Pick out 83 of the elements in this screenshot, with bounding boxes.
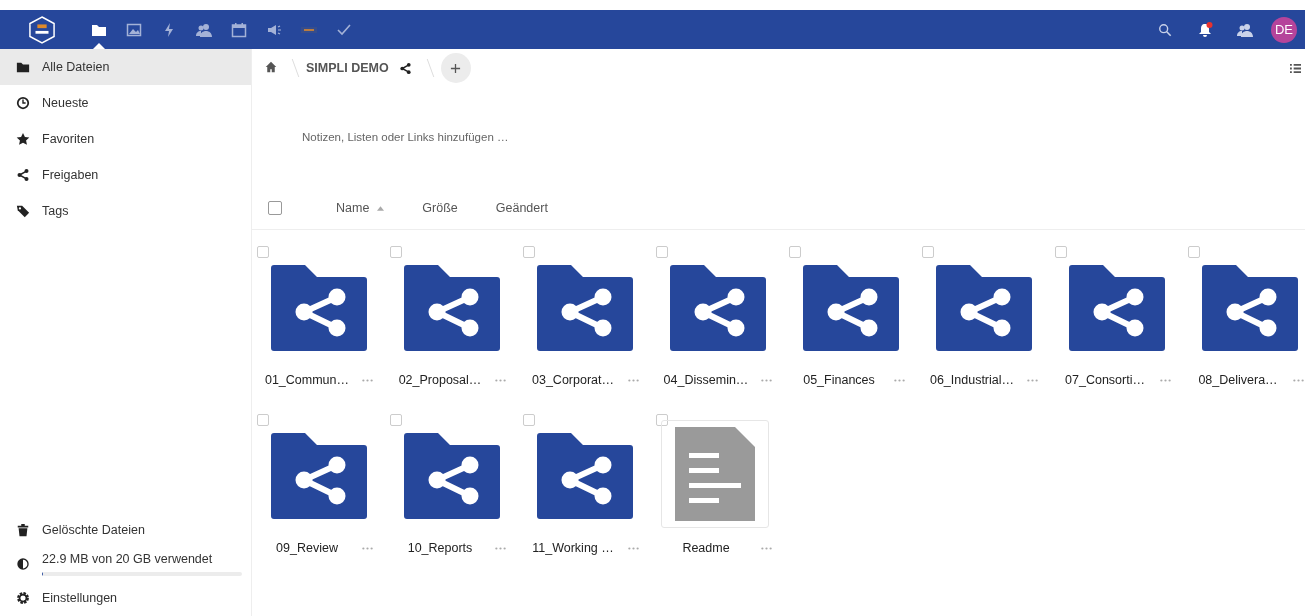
more-icon bbox=[494, 378, 506, 382]
file-checkbox[interactable] bbox=[656, 246, 668, 258]
shared-folder-icon[interactable] bbox=[803, 265, 899, 351]
file-name[interactable]: 09_Review bbox=[257, 541, 357, 555]
file-checkbox[interactable] bbox=[789, 246, 801, 258]
shared-folder-icon[interactable] bbox=[271, 433, 367, 519]
file-checkbox[interactable] bbox=[1055, 246, 1067, 258]
breadcrumb-link[interactable]: SIMPLI DEMO bbox=[306, 61, 389, 75]
list-view-icon[interactable] bbox=[1290, 62, 1301, 74]
file-checkbox[interactable] bbox=[523, 414, 535, 426]
more-icon bbox=[1026, 378, 1038, 382]
people-icon bbox=[195, 21, 212, 38]
file-checkbox[interactable] bbox=[390, 246, 402, 258]
sidebar-item[interactable]: Neueste bbox=[0, 85, 251, 121]
file-checkbox[interactable] bbox=[257, 414, 269, 426]
file-checkbox[interactable] bbox=[390, 414, 402, 426]
more-icon bbox=[361, 378, 373, 382]
shared-folder-icon[interactable] bbox=[936, 265, 1032, 351]
document-thumbnail[interactable] bbox=[661, 420, 769, 528]
column-header[interactable]: Größe bbox=[422, 201, 458, 215]
gear-icon bbox=[16, 591, 30, 605]
file-name[interactable]: 01_Commun… bbox=[257, 373, 357, 387]
trash-icon bbox=[16, 523, 30, 537]
share-icon bbox=[16, 168, 30, 182]
more-icon bbox=[627, 546, 639, 550]
more-icon bbox=[893, 378, 905, 382]
file-name[interactable]: Readme bbox=[656, 541, 756, 555]
select-all-checkbox[interactable] bbox=[268, 201, 282, 215]
file-checkbox[interactable] bbox=[1188, 246, 1200, 258]
file-checkbox[interactable] bbox=[656, 414, 668, 426]
shared-folder-icon[interactable] bbox=[404, 265, 500, 351]
shared-folder-icon[interactable] bbox=[537, 265, 633, 351]
file-name[interactable]: 07_Consorti… bbox=[1055, 373, 1155, 387]
file-name[interactable]: 06_Industrial… bbox=[922, 373, 1022, 387]
sidebar-item[interactable]: Freigaben bbox=[0, 157, 251, 193]
bell-icon bbox=[1197, 21, 1213, 38]
folder-icon bbox=[16, 60, 30, 74]
file-name[interactable]: 03_Corporat… bbox=[523, 373, 623, 387]
file-checkbox[interactable] bbox=[922, 246, 934, 258]
home-icon bbox=[265, 60, 277, 73]
more-icon bbox=[494, 546, 506, 550]
sidebar-item[interactable]: Alle Dateien bbox=[0, 49, 251, 85]
shared-folder-icon[interactable] bbox=[1069, 265, 1165, 351]
logo-icon[interactable] bbox=[29, 15, 55, 44]
sidebar-item[interactable]: Tags bbox=[0, 193, 251, 229]
more-icon bbox=[627, 378, 639, 382]
star-icon bbox=[16, 132, 30, 146]
quota-text: 22.9 MB von 20 GB verwendet bbox=[42, 552, 214, 566]
file-name[interactable]: 02_Proposal… bbox=[390, 373, 490, 387]
sidebar-item[interactable]: Favoriten bbox=[0, 121, 251, 157]
shared-folder-icon[interactable] bbox=[670, 265, 766, 351]
file-checkbox[interactable] bbox=[523, 246, 535, 258]
file-name[interactable]: 04_Dissemin… bbox=[656, 373, 756, 387]
more-icon bbox=[760, 378, 772, 382]
search-icon bbox=[1158, 22, 1172, 37]
people-icon bbox=[1237, 21, 1253, 38]
sort-arrow-icon bbox=[377, 205, 385, 211]
pie-chart-icon bbox=[16, 557, 30, 571]
image-icon bbox=[125, 21, 142, 38]
more-icon bbox=[1159, 378, 1171, 382]
share-icon[interactable] bbox=[398, 61, 412, 75]
user-avatar[interactable]: DE bbox=[1271, 16, 1297, 43]
more-icon bbox=[1292, 378, 1304, 382]
shared-folder-icon[interactable] bbox=[404, 433, 500, 519]
trash-item[interactable]: Gelöschte Dateien bbox=[0, 512, 251, 548]
shared-folder-icon[interactable] bbox=[537, 433, 633, 519]
more-icon bbox=[361, 546, 373, 550]
add-button[interactable] bbox=[440, 53, 471, 83]
more-icon bbox=[760, 546, 772, 550]
file-name[interactable]: 11_Working … bbox=[523, 541, 623, 555]
plus-icon bbox=[450, 62, 462, 74]
file-checkbox[interactable] bbox=[257, 246, 269, 258]
settings-item[interactable]: Einstellungen bbox=[0, 580, 251, 616]
tag-icon bbox=[16, 204, 30, 218]
shared-folder-icon[interactable] bbox=[271, 265, 367, 351]
column-header[interactable]: Name bbox=[336, 201, 385, 215]
clock-icon bbox=[16, 96, 30, 110]
file-name[interactable]: 08_Delivera… bbox=[1188, 373, 1288, 387]
shared-folder-icon[interactable] bbox=[1202, 265, 1298, 351]
file-name[interactable]: 10_Reports bbox=[390, 541, 490, 555]
file-name[interactable]: 05_Finances bbox=[789, 373, 889, 387]
column-header[interactable]: Geändert bbox=[495, 201, 548, 215]
calendar-icon bbox=[230, 21, 247, 38]
